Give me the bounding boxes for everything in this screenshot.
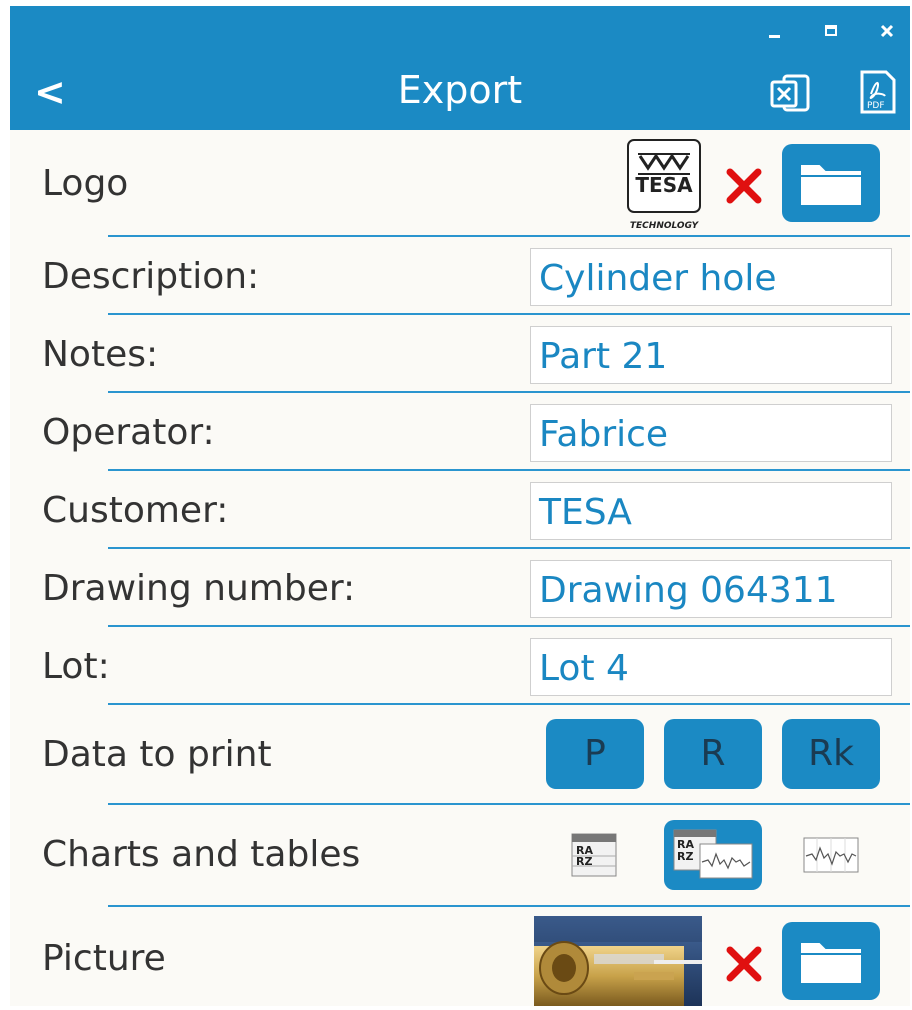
drawing-number-value: Drawing 064311 — [539, 570, 838, 611]
separator — [108, 803, 910, 805]
description-field[interactable]: Cylinder hole — [530, 248, 892, 306]
logo-label: Logo — [42, 163, 129, 204]
charts-and-tables-label: Charts and tables — [42, 834, 361, 875]
customer-value: TESA — [539, 492, 632, 533]
table-and-chart-option[interactable]: RA RZ — [664, 820, 762, 890]
browse-logo-button[interactable] — [782, 144, 880, 222]
table-rz-text: RZ — [576, 855, 592, 868]
r-button[interactable]: R — [664, 719, 762, 789]
separator — [108, 469, 910, 471]
back-button[interactable]: < — [34, 72, 74, 112]
separator — [108, 703, 910, 705]
operator-field[interactable]: Fabrice — [530, 404, 892, 462]
lot-label: Lot: — [42, 646, 110, 687]
picture-label: Picture — [42, 938, 166, 979]
separator — [108, 625, 910, 627]
remove-logo-icon[interactable] — [724, 166, 764, 206]
logo-text: TESA — [635, 173, 693, 197]
picture-thumbnail — [534, 916, 702, 1006]
excel-export-icon[interactable] — [768, 68, 816, 116]
description-value: Cylinder hole — [539, 258, 777, 299]
data-to-print-label: Data to print — [42, 734, 272, 775]
chart-icon — [803, 837, 859, 873]
separator — [108, 235, 910, 237]
remove-picture-icon[interactable] — [724, 944, 764, 984]
separator — [108, 313, 910, 315]
notes-field[interactable]: Part 21 — [530, 326, 892, 384]
table-icon: RA RZ — [571, 833, 617, 877]
close-icon[interactable] — [872, 16, 902, 46]
separator — [108, 905, 910, 907]
title-bar: < Export PDF — [10, 6, 910, 130]
separator — [108, 391, 910, 393]
folder-icon — [799, 163, 863, 207]
chart-only-option[interactable] — [802, 834, 860, 876]
browse-picture-button[interactable] — [782, 922, 880, 1000]
customer-label: Customer: — [42, 490, 229, 531]
table-only-option[interactable]: RA RZ — [570, 832, 618, 878]
description-label: Description: — [42, 256, 260, 297]
maximize-icon[interactable] — [816, 16, 846, 46]
minimize-icon[interactable] — [760, 16, 790, 46]
folder-icon — [799, 941, 863, 985]
pdf-label: PDF — [867, 101, 885, 111]
notes-label: Notes: — [42, 334, 159, 375]
svg-text:RZ: RZ — [677, 850, 693, 863]
notes-value: Part 21 — [539, 336, 668, 377]
export-window: < Export PDF Logo TESA TECHNOLOGY Descri… — [10, 6, 910, 1006]
logo-subtext: TECHNOLOGY — [630, 221, 700, 231]
operator-label: Operator: — [42, 412, 215, 453]
p-button[interactable]: P — [546, 719, 644, 789]
separator — [108, 547, 910, 549]
lot-value: Lot 4 — [539, 648, 629, 689]
drawing-number-label: Drawing number: — [42, 568, 356, 609]
logo-image: TESA TECHNOLOGY — [626, 138, 704, 234]
drawing-number-field[interactable]: Drawing 064311 — [530, 560, 892, 618]
lot-field[interactable]: Lot 4 — [530, 638, 892, 696]
operator-value: Fabrice — [539, 414, 669, 455]
customer-field[interactable]: TESA — [530, 482, 892, 540]
pdf-export-icon[interactable]: PDF — [854, 68, 902, 116]
page-title: Export — [397, 68, 523, 112]
table-and-chart-icon: RA RZ — [673, 829, 753, 879]
rk-button[interactable]: Rk — [782, 719, 880, 789]
